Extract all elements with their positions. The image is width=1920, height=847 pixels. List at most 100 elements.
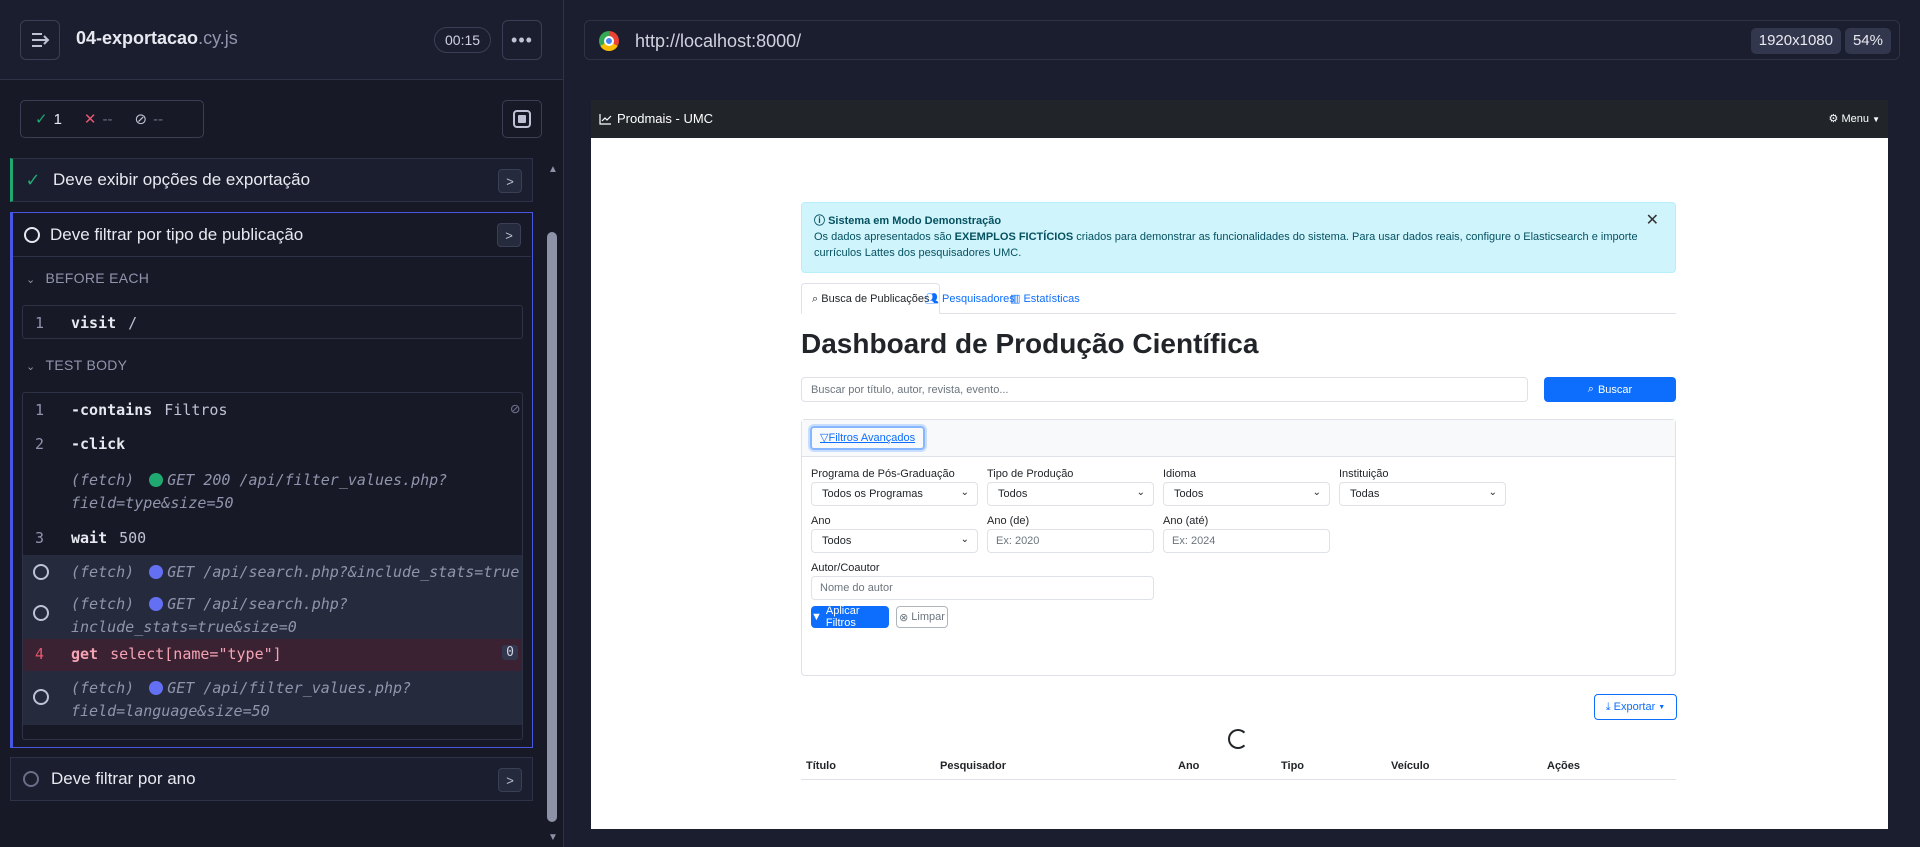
command-name: wait: [71, 529, 108, 547]
fetch-filter-language[interactable]: (fetch) GET /api/filter_values.php? fiel…: [23, 671, 522, 725]
instituicao-value: Todas: [1350, 488, 1380, 500]
chevron-right-icon[interactable]: >: [498, 169, 522, 193]
demo-alert: ⓘ Sistema em Modo Demonstração Os dados …: [801, 202, 1676, 273]
search-button[interactable]: ⌕ Buscar: [1544, 377, 1676, 402]
stop-button[interactable]: [502, 100, 542, 138]
command-name: get: [71, 645, 99, 663]
command-number: 2: [35, 435, 45, 453]
command-get-failing[interactable]: 4 get select[name="type"] 0: [23, 639, 522, 671]
ano-de-input[interactable]: Ex: 2020: [987, 529, 1154, 553]
fetch-search-stats[interactable]: (fetch) GET /api/search.php?&include_sta…: [23, 555, 522, 589]
alert-text-bold: EXEMPLOS FICTÍCIOS: [954, 231, 1074, 243]
search-input[interactable]: Buscar por título, autor, revista, event…: [801, 377, 1528, 402]
menu-icon: [32, 33, 50, 47]
more-options-button[interactable]: •••: [502, 20, 542, 60]
spec-title: 04-exportacao.cy.js: [76, 28, 238, 49]
test-item-pending[interactable]: Deve filtrar por ano >: [10, 757, 533, 801]
toggle-specs-button[interactable]: [20, 20, 60, 60]
panel-divider[interactable]: [563, 0, 564, 847]
check-icon: ✓: [25, 169, 41, 190]
command-name: visit: [71, 314, 117, 332]
people-icon: 👥︎: [925, 293, 939, 305]
clear-filters-button[interactable]: ⊗ Limpar: [896, 606, 948, 628]
export-dropdown[interactable]: ⤓ Exportar ▼: [1594, 694, 1677, 720]
command-number: 3: [35, 529, 45, 547]
menu-dropdown[interactable]: ⚙ Menu ▼: [1829, 112, 1880, 125]
test-item-passed[interactable]: ✓ Deve exibir opções de exportação >: [10, 158, 533, 202]
command-number: 1: [35, 401, 45, 419]
loading-icon: [33, 564, 49, 580]
ano-value: Todos: [822, 535, 852, 547]
check-icon: ✓: [35, 111, 48, 128]
fetch-text-cont: field=language&size=50: [71, 702, 270, 720]
scroll-up-icon[interactable]: ▲: [548, 164, 558, 175]
brand[interactable]: Prodmais - UMC: [599, 111, 713, 126]
advanced-filters-button[interactable]: ▽Filtros Avançados: [810, 426, 926, 450]
eye-slash-icon[interactable]: ⊘: [510, 399, 520, 418]
failed-count[interactable]: ✕ --: [84, 110, 113, 129]
search-button-label: Buscar: [1597, 383, 1633, 396]
chevron-right-icon[interactable]: >: [497, 223, 521, 247]
command-visit[interactable]: 1 visit /: [22, 305, 523, 339]
close-icon[interactable]: ✕: [1646, 213, 1659, 229]
tipo-select[interactable]: Todos ⌄: [987, 482, 1154, 506]
th-veiculo[interactable]: Veículo: [1391, 760, 1430, 772]
th-ano[interactable]: Ano: [1178, 760, 1199, 772]
fetch-filter-type[interactable]: (fetch) GET 200 /api/filter_values.php? …: [71, 469, 511, 515]
fetch-prefix: (fetch): [71, 595, 135, 613]
autor-input[interactable]: Nome do autor: [811, 576, 1154, 600]
instituicao-label: Instituição: [1339, 468, 1389, 480]
ellipsis-icon: •••: [511, 29, 533, 50]
idioma-value: Todos: [1174, 488, 1204, 500]
th-pesquisador[interactable]: Pesquisador: [940, 760, 1006, 772]
url-text[interactable]: http://localhost:8000/: [635, 31, 801, 52]
ano-select[interactable]: Todos ⌄: [811, 529, 978, 553]
test-title: Deve exibir opções de exportação: [53, 170, 311, 189]
page-title: Dashboard de Produção Científica: [801, 328, 1259, 359]
fetch-text: GET 200 /api/filter_values.php?: [167, 471, 448, 489]
scrollbar-thumb[interactable]: [547, 232, 557, 822]
before-each-label: BEFORE EACH: [45, 270, 150, 286]
command-name: -contains: [71, 401, 153, 419]
apply-filters-button[interactable]: ▼ Aplicar Filtros: [811, 605, 889, 629]
th-titulo[interactable]: Título: [806, 760, 836, 772]
fetch-text-cont: include_stats=true&size=0: [71, 618, 297, 636]
scroll-down-icon[interactable]: ▼: [548, 832, 558, 843]
url-bar[interactable]: http://localhost:8000/ 1920x1080 54%: [584, 20, 1900, 60]
idioma-label: Idioma: [1163, 468, 1197, 480]
status-dot-icon: [149, 565, 164, 579]
clear-filters-label: Limpar: [911, 611, 945, 623]
command-wait[interactable]: 3 wait 500: [23, 525, 522, 555]
chevron-right-icon[interactable]: >: [498, 768, 522, 792]
command-click[interactable]: 2 -click: [23, 429, 522, 463]
chevron-down-icon: ⌄: [1312, 487, 1321, 498]
command-number: 4: [35, 645, 45, 663]
fetch-text-cont: field=type&size=50: [71, 494, 234, 512]
viewport-size-chip[interactable]: 1920x1080: [1750, 28, 1841, 54]
instituicao-select[interactable]: Todas ⌄: [1339, 482, 1506, 506]
idioma-select[interactable]: Todos ⌄: [1163, 482, 1330, 506]
before-each-heading[interactable]: ⌄ BEFORE EACH: [26, 270, 149, 286]
pending-count[interactable]: ⊘ --: [135, 110, 164, 129]
tab-estatisticas[interactable]: ▥ Estatísticas: [1000, 283, 1090, 314]
stats-bar: ✓ 1 ✕ -- ⊘ --: [20, 100, 204, 138]
programa-value: Todos os Programas: [822, 488, 923, 500]
alert-title: Sistema em Modo Demonstração: [828, 215, 1002, 227]
test-body-heading[interactable]: ⌄ TEST BODY: [26, 357, 127, 373]
loading-spinner-icon: [1228, 729, 1248, 749]
passed-count[interactable]: ✓ 1: [35, 110, 62, 129]
status-dot-icon: [149, 473, 164, 487]
running-test-header[interactable]: Deve filtrar por tipo de publicação >: [13, 213, 531, 257]
loading-icon: [33, 605, 49, 621]
ano-ate-input[interactable]: Ex: 2024: [1163, 529, 1330, 553]
spec-name: 04-exportacao: [76, 28, 199, 48]
programa-select[interactable]: Todos os Programas ⌄: [811, 482, 978, 506]
chrome-icon: [599, 31, 619, 51]
fetch-search-size[interactable]: (fetch) GET /api/search.php? include_sta…: [23, 589, 522, 639]
pending-value: --: [153, 110, 164, 128]
alert-text-a: Os dados apresentados são: [814, 231, 955, 243]
status-dot-icon: [149, 681, 164, 695]
th-tipo[interactable]: Tipo: [1281, 760, 1304, 772]
command-arg: Filtros: [164, 401, 228, 419]
command-contains[interactable]: 1 -contains Filtros ⊘: [23, 393, 522, 429]
